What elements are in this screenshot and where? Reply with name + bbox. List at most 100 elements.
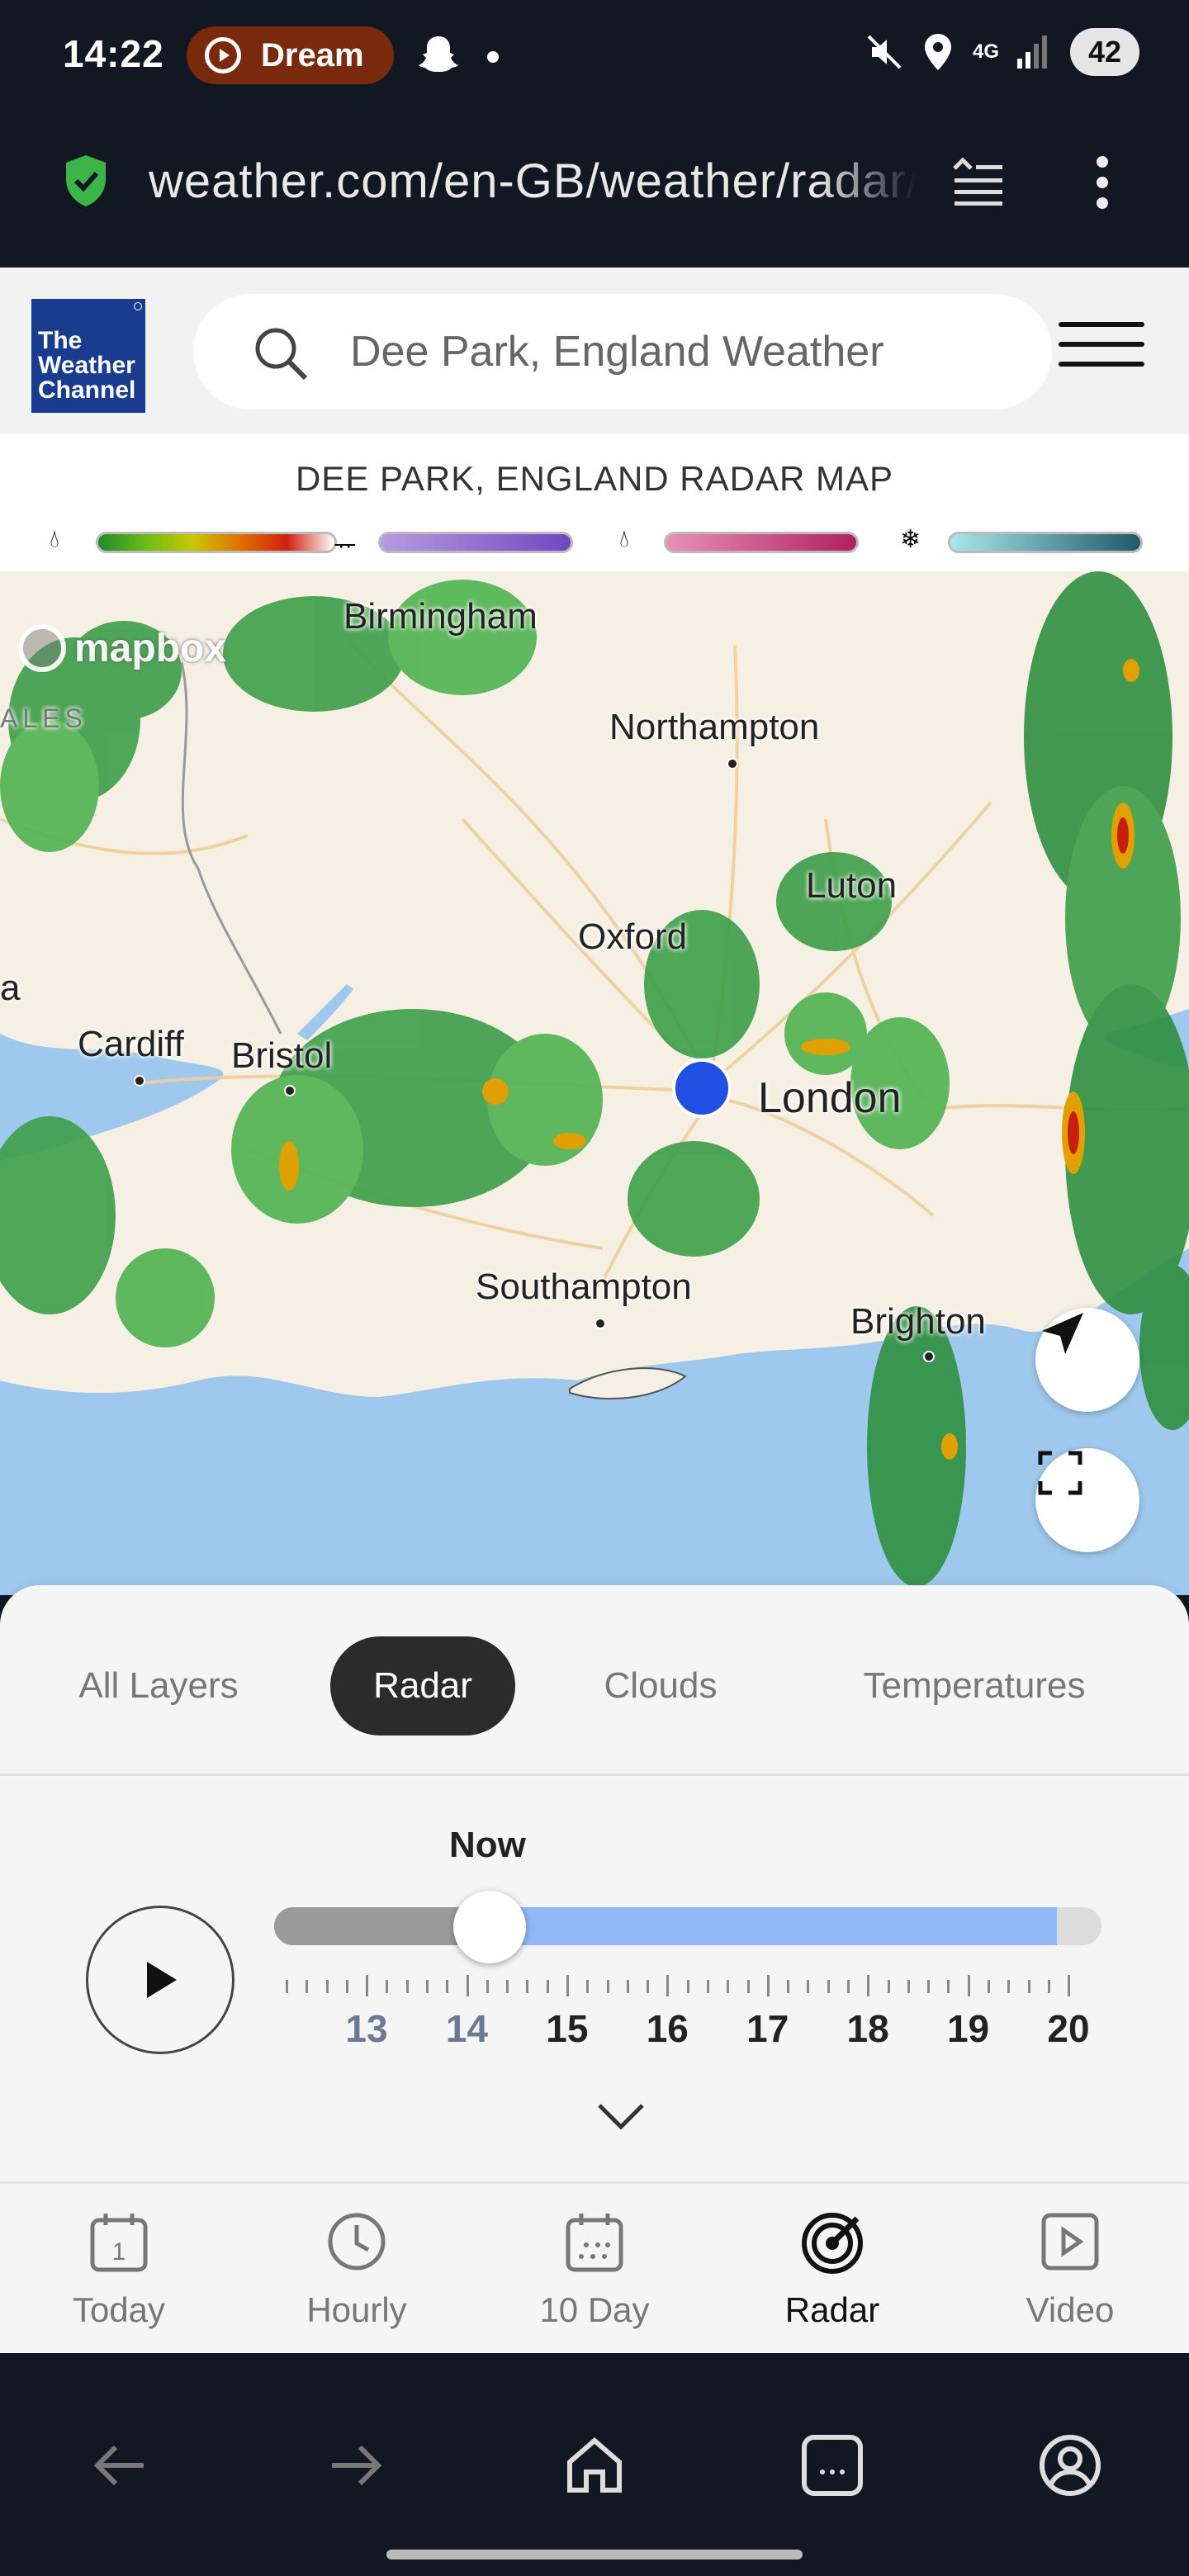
city-label-luton: Luton <box>806 865 898 906</box>
battery-indicator: 42 <box>1070 28 1139 76</box>
clock-icon <box>328 2213 386 2271</box>
account-icon[interactable] <box>1037 2432 1103 2498</box>
nav-item-10-day[interactable]: 10 Day <box>504 2209 685 2349</box>
forward-arrow-icon[interactable] <box>324 2432 390 2498</box>
radar-map[interactable]: mapbox Birmingham Northampton Luton Oxfo… <box>0 571 1189 1595</box>
timeline-tick <box>366 1975 369 1996</box>
timeline-tick <box>867 1975 870 1996</box>
map-base <box>0 571 1189 1595</box>
nav-item-today[interactable]: 1 Today <box>28 2209 210 2349</box>
timeline-tick <box>1047 1980 1050 1993</box>
city-label-southampton: Southampton <box>476 1267 692 1307</box>
timeline-tick <box>386 1980 389 1993</box>
timeline-hour-label: 14 <box>445 2007 489 2050</box>
mapbox-logo-icon <box>18 624 66 672</box>
record-icon <box>205 37 241 73</box>
timeline-tick <box>827 1980 830 1993</box>
timeline-hour-label: 16 <box>646 2007 689 2050</box>
timeline-hour-label: 13 <box>345 2007 388 2050</box>
site-header: The Weather Channel <box>0 268 1189 434</box>
nav-item-video[interactable]: Video <box>979 2209 1161 2349</box>
timeline-hour-label: 17 <box>746 2007 789 2050</box>
nav-item-hourly[interactable]: Hourly <box>266 2209 448 2349</box>
gesture-home-bar[interactable] <box>386 2550 803 2559</box>
search-bar[interactable] <box>193 294 1052 410</box>
tabs-switcher-icon[interactable] <box>799 2432 865 2498</box>
timeline-tick <box>1027 1980 1030 1993</box>
timeline-hour-label: 19 <box>946 2007 990 2050</box>
status-icons: 4G 42 <box>865 28 1139 76</box>
timeline-tick <box>446 1980 449 1993</box>
reader-mode-icon[interactable] <box>951 157 1004 208</box>
timeline-tick <box>526 1980 529 1993</box>
today-date: 1 <box>112 2238 126 2266</box>
home-icon[interactable] <box>561 2432 628 2498</box>
weather-channel-logo[interactable]: The Weather Channel <box>31 299 145 413</box>
mapbox-attribution[interactable]: mapbox <box>18 624 226 672</box>
search-icon <box>255 328 308 381</box>
timeline-tick <box>325 1980 329 1993</box>
calendar-day-icon: 1 <box>90 2214 148 2272</box>
timeline-slider-thumb[interactable] <box>453 1891 526 1963</box>
legend-bar-ice <box>378 532 573 553</box>
locate-me-button[interactable] <box>1035 1308 1139 1412</box>
hamburger-menu-icon[interactable] <box>1059 322 1144 373</box>
city-dot <box>284 1085 296 1096</box>
timeline-tick <box>566 1975 569 1996</box>
more-options-icon[interactable] <box>1090 154 1115 211</box>
timeline-tick <box>746 1980 750 1993</box>
tab-temperatures[interactable]: Temperatures <box>817 1636 1131 1735</box>
snapchat-icon <box>419 36 458 72</box>
precip-legend: 💧︎ ᅲ 💧︎ ❄ <box>50 523 1156 560</box>
radar-icon <box>802 2213 863 2274</box>
radar-map-title: DEE PARK, ENGLAND RADAR MAP <box>295 459 894 498</box>
tab-clouds[interactable]: Clouds <box>570 1636 751 1735</box>
nav-label-radar: Radar <box>784 2290 880 2329</box>
rain-drop-icon: 💧︎ <box>50 525 59 552</box>
timeline-tick <box>606 1980 609 1993</box>
play-button[interactable] <box>86 1906 234 2054</box>
play-icon <box>147 1962 177 1998</box>
notification-dot <box>487 51 499 63</box>
url-field[interactable]: weather.com/en-GB/weather/radar/interact… <box>149 149 917 215</box>
browser-toolbar: weather.com/en-GB/weather/radar/interact… <box>0 116 1189 268</box>
timeline-tick <box>546 1980 549 1993</box>
city-label-oxford: Oxford <box>578 916 688 957</box>
notification-pill[interactable]: Dream <box>187 26 394 84</box>
timeline-tick <box>345 1980 348 1993</box>
timeline-tick <box>1007 1980 1011 1993</box>
current-location-marker[interactable] <box>672 1058 732 1118</box>
city-label-cardiff: Cardiff <box>78 1024 184 1064</box>
tab-radar[interactable]: Radar <box>330 1636 515 1735</box>
bottom-navigation: 1 Today Hourly 10 Day Radar Video <box>0 2181 1189 2353</box>
tab-all-layers[interactable]: All Layers <box>43 1636 274 1735</box>
timeline-tick <box>647 1980 650 1993</box>
network-label: 4G <box>973 40 1000 63</box>
navigation-arrow-icon <box>1042 1313 1083 1354</box>
timeline-tick <box>967 1975 970 1996</box>
timeline-hour-label: 18 <box>846 2007 889 2050</box>
timeline-hour-label: 20 <box>1047 2007 1090 2050</box>
radar-control-panel: All Layers Radar Clouds Temperatures Now… <box>0 1585 1189 2181</box>
radar-header: DEE PARK, ENGLAND RADAR MAP 💧︎ ᅲ 💧︎ ❄ <box>0 434 1189 571</box>
region-label: a <box>0 968 21 1008</box>
legend-bar-rain <box>96 532 337 553</box>
nav-item-radar[interactable]: Radar <box>741 2209 923 2349</box>
timeline-tick <box>807 1980 810 1993</box>
fullscreen-button[interactable] <box>1035 1448 1139 1552</box>
timeline-tick <box>466 1975 469 1996</box>
timeline-slider-track[interactable] <box>274 1907 1101 1945</box>
timeline-tick <box>306 1980 309 1993</box>
nav-label-today: Today <box>72 2290 166 2329</box>
ice-icon: ᅲ <box>334 533 357 560</box>
chevron-down-icon[interactable] <box>594 2100 647 2133</box>
search-input[interactable] <box>350 319 1011 385</box>
nav-label-video: Video <box>1026 2290 1115 2329</box>
timeline-tick <box>947 1980 950 1993</box>
timeline-tick <box>626 1980 629 1993</box>
timeline-tick <box>907 1980 910 1993</box>
timeline-hour-label: 15 <box>546 2007 589 2050</box>
back-arrow-icon[interactable] <box>86 2432 152 2498</box>
city-dot <box>594 1318 606 1329</box>
nav-label-10-day: 10 Day <box>539 2290 650 2329</box>
